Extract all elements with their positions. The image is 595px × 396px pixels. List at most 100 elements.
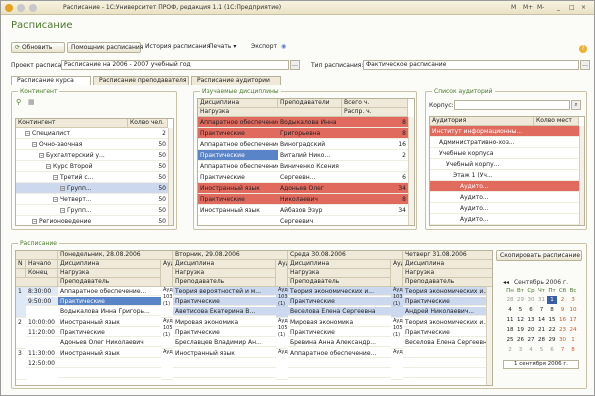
calendar-day[interactable]: 9 — [558, 306, 568, 314]
building-search-icon[interactable]: ⌕ — [571, 100, 581, 110]
schedule-scrollbar[interactable] — [486, 287, 492, 385]
tree-toggle-icon[interactable]: − — [60, 186, 65, 191]
lesson-room[interactable]: Ауд. 105 (1) — [391, 318, 403, 349]
calendar-day[interactable]: 27 — [526, 336, 536, 344]
print-button[interactable]: Печать ▾ — [209, 43, 236, 50]
lesson-room[interactable]: Ауд. 105 (1) — [276, 318, 288, 349]
lesson-teacher[interactable]: Адоньев Олег Николаевич — [58, 338, 161, 347]
calendar-day[interactable]: 28 — [537, 336, 547, 344]
memory-minus-button[interactable]: M- — [537, 4, 544, 11]
lesson-teacher[interactable] — [58, 369, 161, 378]
list-settings-icon[interactable]: ▦ — [28, 98, 35, 106]
calendar-day[interactable]: 8 — [568, 346, 578, 354]
calendar-day[interactable]: 29 — [516, 296, 526, 304]
teacher-cell[interactable]: Сергеевн... — [278, 172, 342, 183]
globe-icon[interactable]: ◉ — [281, 43, 286, 50]
calendar-day[interactable]: 21 — [537, 326, 547, 334]
calendar-day[interactable]: 5 — [537, 346, 547, 354]
day-header[interactable]: Четверг 31.08.2006 — [403, 251, 492, 260]
tree-toggle-icon[interactable]: − — [25, 131, 30, 136]
lesson-discipline[interactable]: Мировая экономика — [288, 318, 391, 327]
history-button[interactable]: История расписания — [145, 43, 210, 50]
tab-room[interactable]: Расписание аудитории — [191, 76, 281, 85]
room-row[interactable]: Институт информационны... — [430, 126, 579, 137]
room-row[interactable]: Аудито... — [430, 181, 579, 192]
teacher-cell[interactable]: Сергеевич — [278, 216, 342, 225]
calendar-day[interactable]: 11 — [505, 316, 515, 324]
contingent-row-name[interactable]: − Групп... — [16, 183, 128, 194]
discipline-cell[interactable]: Практические — [198, 172, 278, 183]
room-row[interactable]: Аудито... — [430, 192, 579, 203]
calendar-day[interactable]: 26 — [516, 336, 526, 344]
rooms-col-seats[interactable]: Колво мест — [534, 117, 579, 126]
calendar-day[interactable]: 23 — [558, 326, 568, 334]
teacher-cell[interactable]: Айбазов Эзур — [278, 205, 342, 216]
tree-toggle-icon[interactable]: − — [32, 142, 37, 147]
teacher-cell[interactable]: Виниченко Ксения — [278, 161, 342, 172]
back-icon[interactable] — [17, 4, 25, 12]
lesson-room[interactable]: Ауд. 103 (1) — [161, 287, 173, 318]
room-row[interactable]: Аудито... — [430, 203, 579, 214]
discipline-cell[interactable]: Практические — [198, 150, 278, 161]
maximize-icon[interactable]: □ — [569, 4, 575, 11]
room-row[interactable]: Этаж 1 (Уч... — [430, 170, 579, 181]
lesson-discipline[interactable]: Аппаратное обеспечение... — [288, 349, 391, 358]
calendar-day[interactable]: 24 — [568, 326, 578, 334]
room-row[interactable]: Учебные корпуса — [430, 148, 579, 159]
lesson-load[interactable]: Практические — [58, 328, 161, 337]
lesson-teacher[interactable] — [288, 369, 391, 378]
lesson-discipline[interactable]: Теория экономических и... — [403, 318, 492, 327]
contingent-row-name[interactable]: − Курс Второй — [16, 161, 128, 172]
calendar-day[interactable]: 25 — [505, 336, 515, 344]
lesson-discipline[interactable]: Иностранный язык — [173, 349, 276, 358]
lesson-teacher[interactable]: Бреславцев Владимир Ан... — [173, 338, 276, 347]
calendar-day[interactable]: 2 — [558, 296, 568, 304]
contingent-row-name[interactable]: − Четверт... — [16, 194, 128, 205]
calendar-day[interactable]: 30 — [558, 336, 568, 344]
lesson-load[interactable]: Практические — [403, 297, 492, 306]
calendar-day[interactable]: 7 — [537, 306, 547, 314]
lesson-discipline[interactable]: Иностранный язык — [58, 318, 161, 327]
assistant-button[interactable]: Помощник расписания — [67, 42, 143, 53]
lesson-teacher[interactable] — [173, 369, 276, 378]
disc-col-load[interactable]: Нагрузка — [198, 108, 342, 117]
lesson-load[interactable]: Практические — [173, 328, 276, 337]
tree-toggle-icon[interactable]: − — [32, 219, 37, 224]
copy-schedule-button[interactable]: Скопировать расписание — [496, 250, 582, 261]
building-field[interactable] — [454, 100, 570, 110]
discipline-cell[interactable] — [198, 216, 278, 225]
lesson-teacher[interactable]: Веселова Елена Сергеевна — [403, 338, 492, 347]
discipline-cell[interactable]: Практические — [198, 194, 278, 205]
lesson-room[interactable]: Ауд. 103 (1) — [391, 287, 403, 318]
rooms-col-name[interactable]: Аудитория — [430, 117, 534, 126]
tree-toggle-icon[interactable]: − — [46, 164, 51, 169]
calendar-day[interactable]: 29 — [547, 336, 557, 344]
calendar-day[interactable]: 12 — [516, 316, 526, 324]
room-row[interactable]: Учебный корпу... — [430, 159, 579, 170]
minimize-icon[interactable]: _ — [557, 4, 560, 11]
export-button[interactable]: Экспорт — [251, 43, 277, 50]
disc-col-discipline[interactable]: Дисциплина — [198, 99, 278, 108]
tab-course[interactable]: Расписание курса — [11, 76, 91, 85]
lesson-discipline[interactable]: Теория экономических и... — [403, 287, 492, 296]
filter-icon[interactable]: ⚲ — [16, 98, 21, 106]
disciplines-scrollbar[interactable] — [408, 117, 414, 225]
forward-icon[interactable] — [29, 4, 37, 12]
calendar-day[interactable]: 1 — [568, 336, 578, 344]
disc-col-distributed[interactable]: Распр. ч. — [342, 108, 408, 117]
discipline-cell[interactable]: Аппаратное обеспечение... — [198, 117, 278, 128]
day-header[interactable]: Понедельник, 28.08.2006 — [58, 251, 173, 260]
teacher-cell[interactable]: Адоньев Олег — [278, 183, 342, 194]
disc-col-total[interactable]: Всего ч. — [342, 99, 408, 108]
lesson-teacher[interactable]: Веселова Елена Сергеевна — [288, 307, 391, 316]
calendar-day[interactable]: 13 — [526, 316, 536, 324]
discipline-cell[interactable]: Аппаратное обеспечение... — [198, 161, 278, 172]
lesson-teacher[interactable]: Водыкалова Инна Григорь... — [58, 307, 161, 316]
lesson-discipline[interactable]: Теория вероятностей и м... — [173, 287, 276, 296]
tab-teacher[interactable]: Расписание преподавателя — [93, 76, 189, 85]
discipline-cell[interactable]: Практические — [198, 128, 278, 139]
tree-toggle-icon[interactable]: − — [53, 175, 58, 180]
lesson-discipline[interactable] — [403, 349, 492, 358]
contingent-row-name[interactable]: − Специалист — [16, 128, 128, 139]
lesson-room[interactable]: Ауд. — [161, 349, 173, 380]
